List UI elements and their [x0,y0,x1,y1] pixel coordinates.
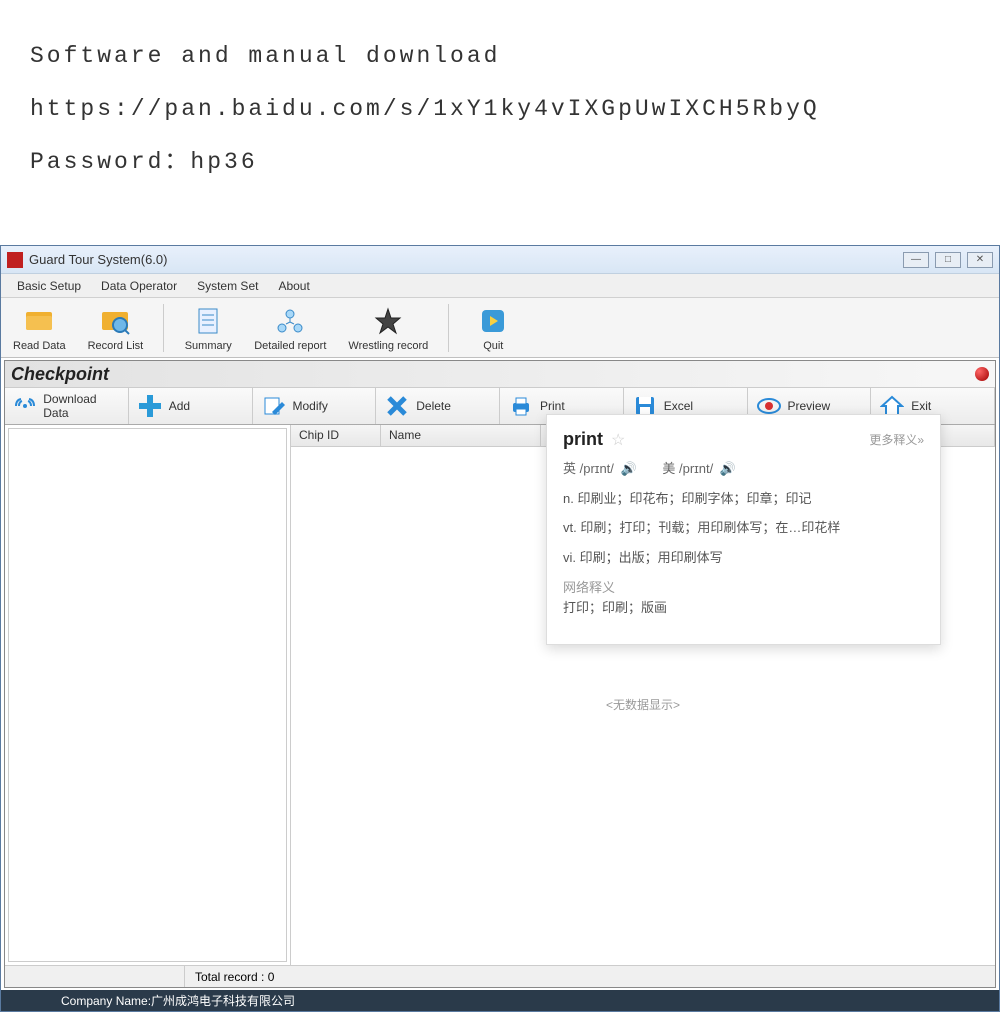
definition-vt: vt. 印刷；打印；刊载；用印刷体写；在…印花样 [563,516,924,539]
net-definition: 打印；印刷；版画 [563,596,924,619]
read-data-icon [20,304,58,338]
window-controls: — □ ✕ [903,252,993,268]
record-list-icon [96,304,134,338]
download-title: Software and manual download [30,30,970,83]
favorite-star-icon[interactable]: ☆ [611,430,625,450]
download-url: https://pan.baidu.com/s/1xY1ky4vIXGpUwIX… [30,83,970,136]
left-tree-panel [5,425,291,965]
wrestling-record-button[interactable]: Wrestling record [342,301,434,355]
minimize-button[interactable]: — [903,252,929,268]
quit-icon [474,304,512,338]
titlebar: Guard Tour System(6.0) — □ ✕ [1,246,999,274]
tree-area[interactable] [8,428,287,962]
wrestling-record-icon [369,304,407,338]
main-toolbar: Read Data Record List Summary Detailed r… [1,298,999,358]
top-text-block: Software and manual download https://pan… [0,0,1000,189]
more-definitions-link[interactable]: 更多释义» [869,431,924,448]
printer-icon [508,393,534,419]
no-data-label: <无数据显示> [606,696,680,713]
footer-left [5,966,185,987]
speaker-us-icon[interactable]: 🔊 [720,461,736,476]
menubar: Basic Setup Data Operator System Set Abo… [1,274,999,298]
net-definition-label: 网络释义 [563,577,924,596]
x-icon [384,393,410,419]
company-name-bar: Company Name:广州成鸿电子科技有限公司 [1,990,999,1011]
definition-vi: vi. 印刷；出版；用印刷体写 [563,546,924,569]
column-name[interactable]: Name [381,425,541,446]
speaker-uk-icon[interactable]: 🔊 [621,461,637,476]
tooltip-word: print [563,429,603,450]
menu-system-set[interactable]: System Set [187,276,268,296]
menu-basic-setup[interactable]: Basic Setup [7,276,91,296]
close-panel-icon[interactable] [975,367,989,381]
add-button[interactable]: Add [129,388,253,424]
pencil-icon [261,393,287,419]
download-data-button[interactable]: Download Data [5,388,129,424]
toolbar-separator [163,304,164,352]
menu-about[interactable]: About [268,276,319,296]
plus-icon [137,393,163,419]
close-button[interactable]: ✕ [967,252,993,268]
checkpoint-header: Checkpoint [5,361,995,387]
quit-button[interactable]: Quit [463,301,523,355]
checkpoint-footer: Total record : 0 [5,965,995,987]
download-password: Password：hp36 [30,136,970,189]
total-record-label: Total record : 0 [185,970,284,984]
menu-data-operator[interactable]: Data Operator [91,276,187,296]
record-list-button[interactable]: Record List [82,301,150,355]
summary-button[interactable]: Summary [178,301,238,355]
toolbar-separator [448,304,449,352]
pronunciation-row: 英 /prɪnt/ 🔊 美 /prɪnt/ 🔊 [563,458,924,477]
window-title: Guard Tour System(6.0) [29,252,903,267]
read-data-button[interactable]: Read Data [7,301,72,355]
dictionary-tooltip: print ☆ 更多释义» 英 /prɪnt/ 🔊 美 /prɪnt/ 🔊 n.… [546,414,941,645]
checkpoint-title: Checkpoint [11,364,109,385]
delete-button[interactable]: Delete [376,388,500,424]
summary-icon [189,304,227,338]
maximize-button[interactable]: □ [935,252,961,268]
column-chipid[interactable]: Chip ID [291,425,381,446]
detailed-report-icon [271,304,309,338]
detailed-report-button[interactable]: Detailed report [248,301,332,355]
modify-button[interactable]: Modify [253,388,377,424]
app-icon [7,252,23,268]
definition-noun: n. 印刷业；印花布；印刷字体；印章；印记 [563,487,924,510]
signal-icon [13,393,37,419]
